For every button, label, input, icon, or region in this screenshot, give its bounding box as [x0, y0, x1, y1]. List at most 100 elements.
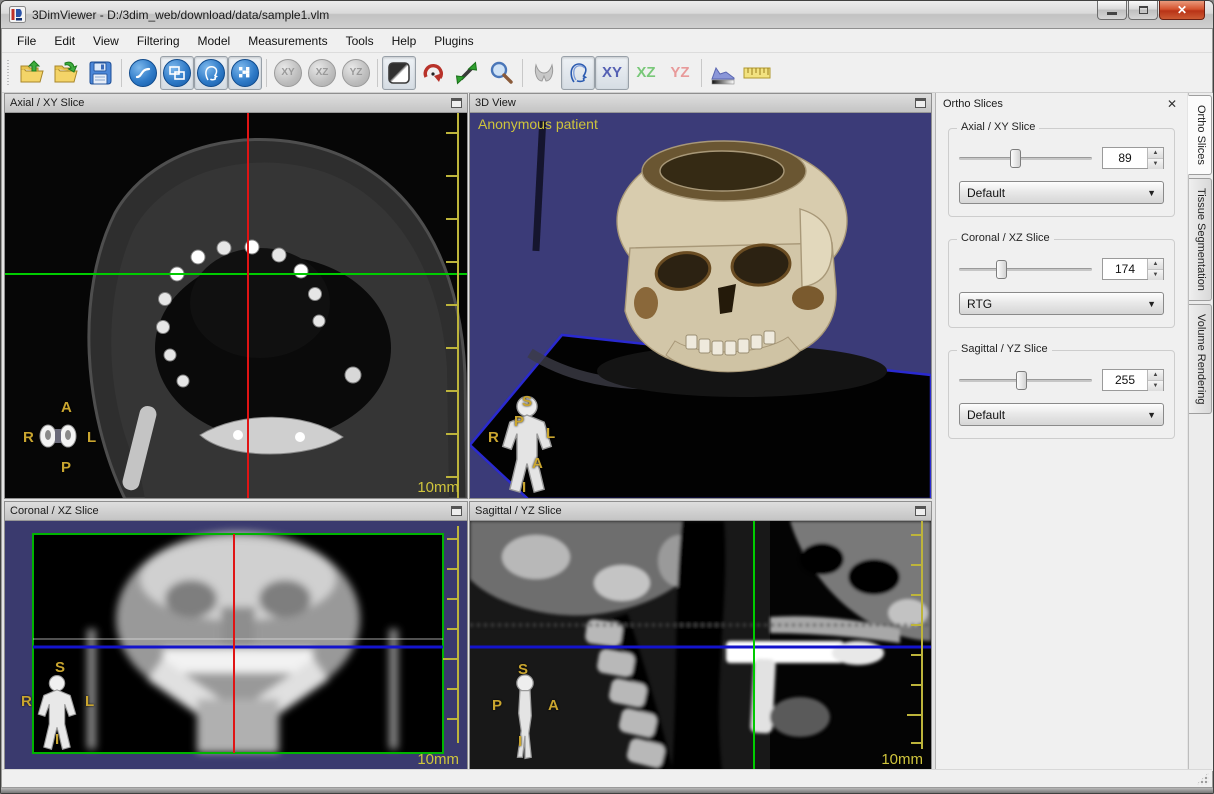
coronal-slice-value[interactable] — [1103, 259, 1147, 279]
tissue-segmentation-panel-button[interactable] — [194, 56, 228, 90]
view3d-pane: 3D View — [469, 93, 932, 499]
load-volume-button[interactable] — [15, 56, 49, 90]
minimize-button[interactable] — [1097, 1, 1127, 20]
menu-view[interactable]: View — [84, 30, 128, 52]
axial-slider-thumb[interactable] — [1010, 149, 1021, 168]
view3d-pane-header: 3D View — [470, 94, 931, 113]
save-button[interactable] — [83, 56, 117, 90]
axial-preset-dropdown[interactable]: Default ▼ — [959, 181, 1164, 204]
tab-ortho-slices[interactable]: Ortho Slices — [1188, 95, 1212, 175]
toolbar-separator — [377, 59, 378, 87]
menu-model[interactable]: Model — [189, 30, 240, 52]
view3d-orient-front: A — [532, 455, 543, 472]
sagittal-slider-thumb[interactable] — [1016, 371, 1027, 390]
coronal-preset-value: RTG — [967, 297, 992, 311]
view3d-orient-back: P — [514, 413, 524, 430]
sagittal-spin-up-icon[interactable]: ▲ — [1148, 370, 1163, 380]
window-frame-bottom — [1, 787, 1213, 793]
status-bar — [2, 769, 1212, 787]
folder-open-icon — [52, 60, 80, 86]
coronal-spin-up-icon[interactable]: ▲ — [1148, 259, 1163, 269]
resize-grip[interactable] — [1196, 772, 1209, 785]
ortho-slices-panel-button[interactable] — [160, 56, 194, 90]
app-icon — [9, 6, 26, 23]
open-folder-button[interactable] — [49, 56, 83, 90]
dock-close-icon[interactable]: ✕ — [1164, 97, 1180, 111]
coronal-orient-right: L — [85, 693, 94, 710]
view-3d-button[interactable] — [561, 56, 595, 90]
coronal-slice-slider[interactable] — [959, 260, 1092, 279]
view3d-viewport[interactable]: Anonymous patient S P R L A I — [470, 113, 931, 498]
sagittal-viewport[interactable]: S P A I 10mm — [470, 521, 931, 770]
tab-volume-rendering[interactable]: Volume Rendering — [1189, 304, 1212, 415]
pan-mode-button[interactable] — [450, 56, 484, 90]
axial-orient-left: R — [23, 429, 34, 446]
coronal-preset-dropdown[interactable]: RTG ▼ — [959, 292, 1164, 315]
save-floppy-icon — [87, 60, 113, 86]
view3d-orient-bottom: I — [522, 479, 526, 496]
coronal-spin-down-icon[interactable]: ▼ — [1148, 269, 1163, 280]
maximize-button[interactable] — [1128, 1, 1158, 20]
sagittal-slice-value[interactable] — [1103, 370, 1147, 390]
axial-pane: Axial / XY Slice — [4, 93, 468, 499]
sagittal-preset-dropdown[interactable]: Default ▼ — [959, 403, 1164, 426]
zoom-mode-button[interactable] — [484, 56, 518, 90]
axial-slice-value[interactable] — [1103, 148, 1147, 168]
coronal-maximize-icon[interactable] — [451, 506, 462, 516]
rotate-icon — [420, 60, 446, 86]
menu-plugins[interactable]: Plugins — [425, 30, 482, 52]
tab-tissue-segmentation[interactable]: Tissue Segmentation — [1189, 178, 1212, 301]
head-profile-icon — [197, 59, 225, 87]
coronal-viewport[interactable]: S R L I 10mm — [5, 521, 467, 770]
axial-slice-slider[interactable] — [959, 149, 1092, 168]
coronal-slider-thumb[interactable] — [996, 260, 1007, 279]
pan-arrows-icon — [454, 60, 480, 86]
measure-ruler-button[interactable] — [740, 56, 774, 90]
axial-spin-down-icon[interactable]: ▼ — [1148, 158, 1163, 169]
menu-help[interactable]: Help — [383, 30, 426, 52]
sagittal-slice-group-label: Sagittal / YZ Slice — [957, 343, 1052, 355]
view-xy-button[interactable]: XY — [595, 56, 629, 90]
workspace: Axial / XY Slice — [2, 93, 1212, 769]
sagittal-spin-down-icon[interactable]: ▼ — [1148, 380, 1163, 391]
menu-file[interactable]: File — [8, 30, 45, 52]
toolbar-separator — [121, 59, 122, 87]
coronal-orient-bottom: I — [55, 731, 59, 748]
axial-viewport[interactable]: A R L P 10mm — [5, 113, 467, 498]
sagittal-slice-spinbox: ▲ ▼ — [1102, 369, 1164, 391]
chevron-down-icon: ▼ — [1147, 410, 1156, 420]
view3d-maximize-icon[interactable] — [915, 98, 926, 108]
axial-orientation-marker — [35, 421, 81, 451]
sagittal-orient-top: S — [518, 661, 528, 678]
volume-rendering-panel-button[interactable] — [228, 56, 262, 90]
chevron-down-icon: ▼ — [1147, 188, 1156, 198]
density-histogram-button[interactable] — [706, 56, 740, 90]
view-xz-button[interactable]: XZ — [629, 56, 663, 90]
trackball-mode-button[interactable] — [416, 56, 450, 90]
density-window-button[interactable] — [126, 56, 160, 90]
title-bar[interactable]: 3DimViewer - D:/3dim_web/download/data/s… — [1, 1, 1213, 29]
menu-filtering[interactable]: Filtering — [128, 30, 189, 52]
menu-tools[interactable]: Tools — [337, 30, 383, 52]
view3d-orientation-figure — [498, 395, 556, 495]
view-yz-button[interactable]: YZ — [663, 56, 697, 90]
sagittal-maximize-icon[interactable] — [915, 506, 926, 516]
coronal-pane-header: Coronal / XZ Slice — [5, 502, 467, 521]
toolbar-grip[interactable] — [5, 60, 12, 86]
axial-slice-spinbox: ▲ ▼ — [1102, 147, 1164, 169]
dock-header[interactable]: Ortho Slices ✕ — [936, 93, 1187, 114]
coronal-slice-group-label: Coronal / XZ Slice — [957, 232, 1054, 244]
menu-measurements[interactable]: Measurements — [239, 30, 336, 52]
chevron-down-icon: ▼ — [1147, 299, 1156, 309]
close-button[interactable]: ✕ — [1159, 1, 1205, 20]
ruler-icon — [742, 63, 772, 83]
axial-maximize-icon[interactable] — [451, 98, 462, 108]
axial-orient-right: L — [87, 429, 96, 446]
window-level-mode-button[interactable] — [382, 56, 416, 90]
coronal-pane-title: Coronal / XZ Slice — [10, 505, 99, 517]
sagittal-slice-slider[interactable] — [959, 371, 1092, 390]
dock-title: Ortho Slices — [943, 98, 1003, 110]
axial-slice-group: Axial / XY Slice ▲ ▼ — [948, 128, 1175, 217]
axial-spin-up-icon[interactable]: ▲ — [1148, 148, 1163, 158]
menu-edit[interactable]: Edit — [45, 30, 84, 52]
